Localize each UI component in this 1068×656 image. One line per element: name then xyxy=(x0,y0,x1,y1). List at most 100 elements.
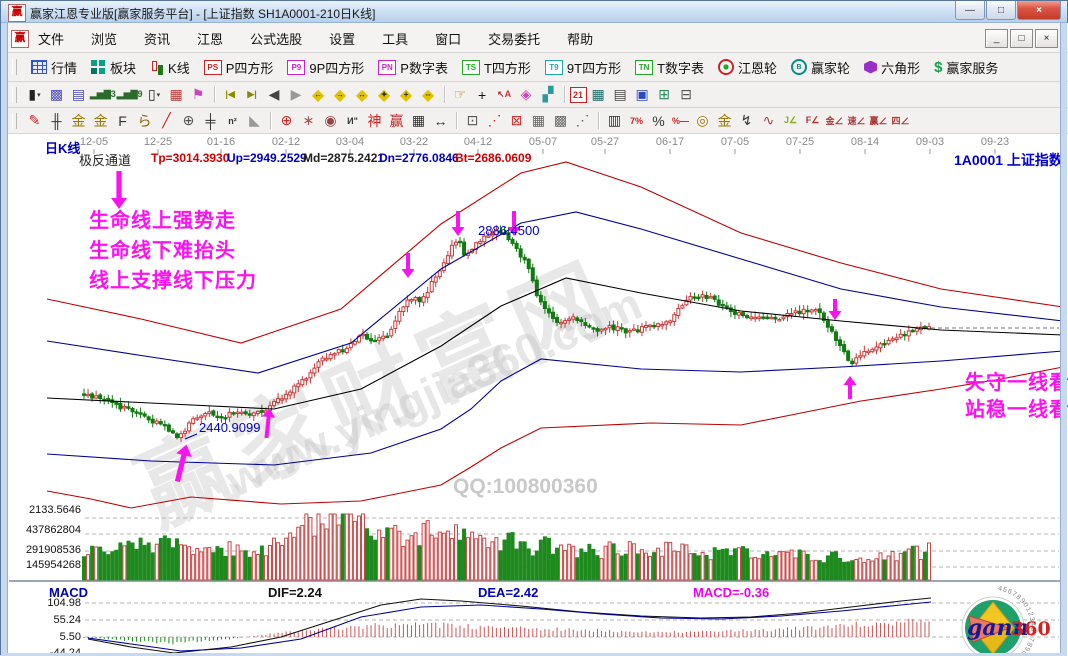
menu-item-news[interactable]: 资讯 xyxy=(144,29,170,48)
draw-tool-shade-box[interactable]: ⊠ xyxy=(506,111,527,131)
draw-tool-angle-win[interactable]: 赢∠ xyxy=(868,111,889,131)
toolbar-button-hexagon[interactable]: 六角形 xyxy=(858,56,926,79)
tool-restore-x[interactable]: ◆ xyxy=(418,85,439,105)
draw-tool-spiral[interactable]: ら xyxy=(134,111,155,131)
tool-candle-type[interactable]: ▯▾ xyxy=(144,85,165,105)
toolbar-button-9t-square[interactable]: T99T四方形 xyxy=(539,56,627,79)
tool-pointer-label[interactable]: ↖A xyxy=(494,85,515,105)
toolbar-button-p-square[interactable]: PSP四方形 xyxy=(198,56,280,79)
toolbar-button-kline[interactable]: K线 xyxy=(144,56,196,79)
draw-tool-percent-line[interactable]: %— xyxy=(670,111,691,131)
tool-kline-3[interactable]: ▂▅▇3 xyxy=(90,85,116,105)
draw-tool-angle-4[interactable]: 四∠ xyxy=(890,111,911,131)
tool-nav-next[interactable]: ▶ xyxy=(286,85,307,105)
draw-tool-wave-line[interactable]: ∿ xyxy=(758,111,779,131)
menu-item-gann[interactable]: 江恩 xyxy=(197,29,223,48)
draw-tool-percent-7[interactable]: 7% xyxy=(626,111,647,131)
draw-tool-fibonacci[interactable]: F xyxy=(112,111,133,131)
draw-tool-width-measure[interactable]: ↔ xyxy=(430,111,451,131)
toolbar-button-sectors[interactable]: 板块 xyxy=(85,56,142,79)
tool-shift-right[interactable]: ◆ xyxy=(330,85,351,105)
tool-nav-last[interactable]: ▶| xyxy=(242,85,263,105)
toolbar-button-9p-square[interactable]: P99P四方形 xyxy=(281,56,370,79)
draw-tool-mirror[interactable]: ◣ xyxy=(244,111,265,131)
draw-tool-grid-c[interactable]: ▩ xyxy=(550,111,571,131)
tool-kline-9[interactable]: ▂▅▇9 xyxy=(117,85,143,105)
tool-mosaic[interactable]: ▞ xyxy=(538,85,559,105)
tool-kline-style[interactable]: ▮▾ xyxy=(24,85,45,105)
menu-item-browse[interactable]: 浏览 xyxy=(91,29,117,48)
toolbar-button-winner-service[interactable]: $赢家服务 xyxy=(928,56,1004,79)
draw-tool-angle-speed[interactable]: 速∠ xyxy=(846,111,867,131)
toolbar-button-t-square[interactable]: TST四方形 xyxy=(456,56,537,79)
draw-tool-magic-tool[interactable]: 神 xyxy=(364,111,385,131)
restore-button[interactable]: □ xyxy=(986,1,1016,20)
toolbar-button-winner-wheel[interactable]: B赢家轮 xyxy=(785,56,856,79)
draw-tool-grid-line[interactable]: ╪ xyxy=(200,111,221,131)
draw-tool-number-grid[interactable]: ▦ xyxy=(408,111,429,131)
menu-item-help[interactable]: 帮助 xyxy=(567,29,593,48)
tool-nav-first[interactable]: |◀ xyxy=(220,85,241,105)
tool-crosshair[interactable]: + xyxy=(472,85,493,105)
mdi-minimize-button[interactable]: _ xyxy=(985,29,1008,48)
draw-tool-n-square[interactable]: n² xyxy=(222,111,243,131)
tool-print[interactable]: ⊟ xyxy=(676,85,697,105)
tool-nav-prev[interactable]: ◀ xyxy=(264,85,285,105)
menu-item-settings[interactable]: 设置 xyxy=(329,29,355,48)
indicator-name[interactable]: 极反通道 xyxy=(79,150,131,169)
draw-tool-golden-ratio-2[interactable]: 金 xyxy=(90,111,111,131)
tool-flag-mark[interactable]: ⚑ xyxy=(188,85,209,105)
menu-item-file[interactable]: 文件 xyxy=(38,29,64,48)
draw-tool-angle-gold[interactable]: 金∠ xyxy=(824,111,845,131)
draw-tool-golden-ratio[interactable]: 金 xyxy=(68,111,89,131)
draw-tool-angle-f[interactable]: F∠ xyxy=(802,111,823,131)
draw-tool-percent[interactable]: % xyxy=(648,111,669,131)
tool-screenshot[interactable]: ⊞ xyxy=(654,85,675,105)
draw-tool-fan-lines[interactable]: ⋰ xyxy=(484,111,505,131)
tool-hand-tool[interactable]: ☞ xyxy=(450,85,471,105)
tool-notepad[interactable]: ▤ xyxy=(610,85,631,105)
draw-tool-wave-count[interactable]: И" xyxy=(342,111,363,131)
mdi-close-button[interactable]: × xyxy=(1035,29,1058,48)
chart-area[interactable]: 赢家财富网 www.yingjia360.com QQ:100800360 45… xyxy=(1,134,1068,656)
draw-tool-parallel-lines[interactable]: ⋰ xyxy=(572,111,593,131)
tool-save[interactable]: ▣ xyxy=(632,85,653,105)
draw-tool-lightning-line[interactable]: ↯ xyxy=(736,111,757,131)
tool-zoom-all[interactable]: ◆ xyxy=(396,85,417,105)
draw-tool-gann-line[interactable]: ╫ xyxy=(46,111,67,131)
toolbar-button-gann-wheel[interactable]: 江恩轮 xyxy=(712,56,783,79)
tool-expand-x[interactable]: ◆ xyxy=(352,85,373,105)
draw-tool-golden-circle[interactable]: ◎ xyxy=(692,111,713,131)
minimize-button[interactable]: — xyxy=(955,1,985,20)
menu-item-tools[interactable]: 工具 xyxy=(382,29,408,48)
draw-tool-box-tool[interactable]: ⊡ xyxy=(462,111,483,131)
toolbar-button-quotes[interactable]: 行情 xyxy=(25,56,83,79)
draw-tool-grid-b[interactable]: ▦ xyxy=(528,111,549,131)
tool-calendar[interactable]: 21 xyxy=(570,87,587,103)
menu-item-formula-stock-pick[interactable]: 公式选股 xyxy=(250,29,302,48)
close-button[interactable]: × xyxy=(1017,1,1061,20)
menu-item-trade-order[interactable]: 交易委托 xyxy=(488,29,540,48)
draw-tool-circle-square[interactable]: ◉ xyxy=(320,111,341,131)
draw-tool-scale-ruler[interactable]: ▥ xyxy=(604,111,625,131)
draw-tool-gann-clock[interactable]: ⊕ xyxy=(178,111,199,131)
draw-tool-win-tool[interactable]: 赢 xyxy=(386,111,407,131)
tool-gann-flower[interactable]: ◈ xyxy=(516,85,537,105)
mdi-restore-button[interactable]: □ xyxy=(1010,29,1033,48)
tool-gann-grid[interactable]: ▦ xyxy=(166,85,187,105)
draw-tool-angle-j[interactable]: J∠ xyxy=(780,111,801,131)
menu-item-window[interactable]: 窗口 xyxy=(435,29,461,48)
draw-tool-star-rays[interactable]: ∗ xyxy=(298,111,319,131)
draw-tool-draw-brush[interactable]: ✎ xyxy=(24,111,45,131)
tool-shift-left[interactable]: ◆ xyxy=(308,85,329,105)
tool-window-combine[interactable]: ▩ xyxy=(46,85,67,105)
tool-compress-x[interactable]: ◆ xyxy=(374,85,395,105)
tool-info-view[interactable]: ▤ xyxy=(68,85,89,105)
draw-tool-draw-pen[interactable]: ╱ xyxy=(156,111,177,131)
toolbar-button-p-number-table[interactable]: PNP数字表 xyxy=(372,56,454,79)
hexagon-label: 六角形 xyxy=(881,58,920,77)
toolbar-button-t-number-table[interactable]: TNT数字表 xyxy=(629,56,710,79)
draw-tool-golden-line[interactable]: 金 xyxy=(714,111,735,131)
draw-tool-target-circle[interactable]: ⊕ xyxy=(276,111,297,131)
tool-calculator[interactable]: ▦ xyxy=(588,85,609,105)
